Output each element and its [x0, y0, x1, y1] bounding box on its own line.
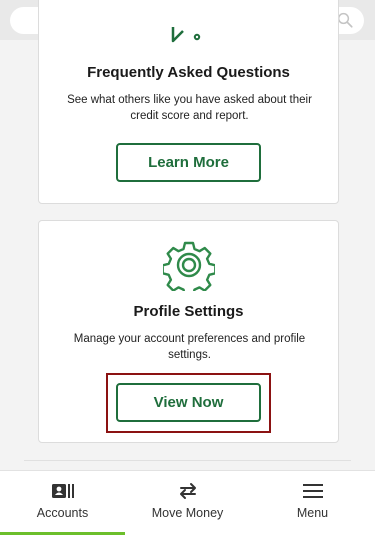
- profile-settings-card: Profile Settings Manage your account pre…: [38, 220, 339, 443]
- accounts-icon: [51, 484, 74, 498]
- profile-settings-title: Profile Settings: [133, 303, 244, 320]
- hamburger-menu-icon: [302, 484, 323, 498]
- faq-title: Frequently Asked Questions: [87, 64, 290, 81]
- divider: [24, 460, 351, 461]
- page: Frequently Asked Questions See what othe…: [0, 0, 375, 535]
- nav-label-menu: Menu: [296, 506, 329, 520]
- learn-more-button[interactable]: Learn More: [116, 143, 261, 182]
- faq-description: See what others like you have asked abou…: [67, 94, 312, 122]
- gear-icon: [163, 241, 215, 291]
- bottom-nav: Accounts Move Money Menu: [0, 470, 375, 535]
- nav-label-move-money: Move Money: [151, 506, 224, 520]
- nav-item-menu[interactable]: Menu: [250, 471, 375, 535]
- nav-item-accounts[interactable]: Accounts: [0, 471, 125, 535]
- profile-settings-description: Manage your account preferences and prof…: [73, 333, 306, 361]
- nav-label-accounts: Accounts: [36, 506, 89, 520]
- view-now-button[interactable]: View Now: [116, 383, 261, 422]
- chat-bubble-icon: [171, 27, 201, 43]
- faq-card: Frequently Asked Questions See what othe…: [38, 0, 339, 204]
- nav-item-move-money[interactable]: Move Money: [125, 471, 250, 535]
- transfer-arrows-icon: [179, 483, 196, 499]
